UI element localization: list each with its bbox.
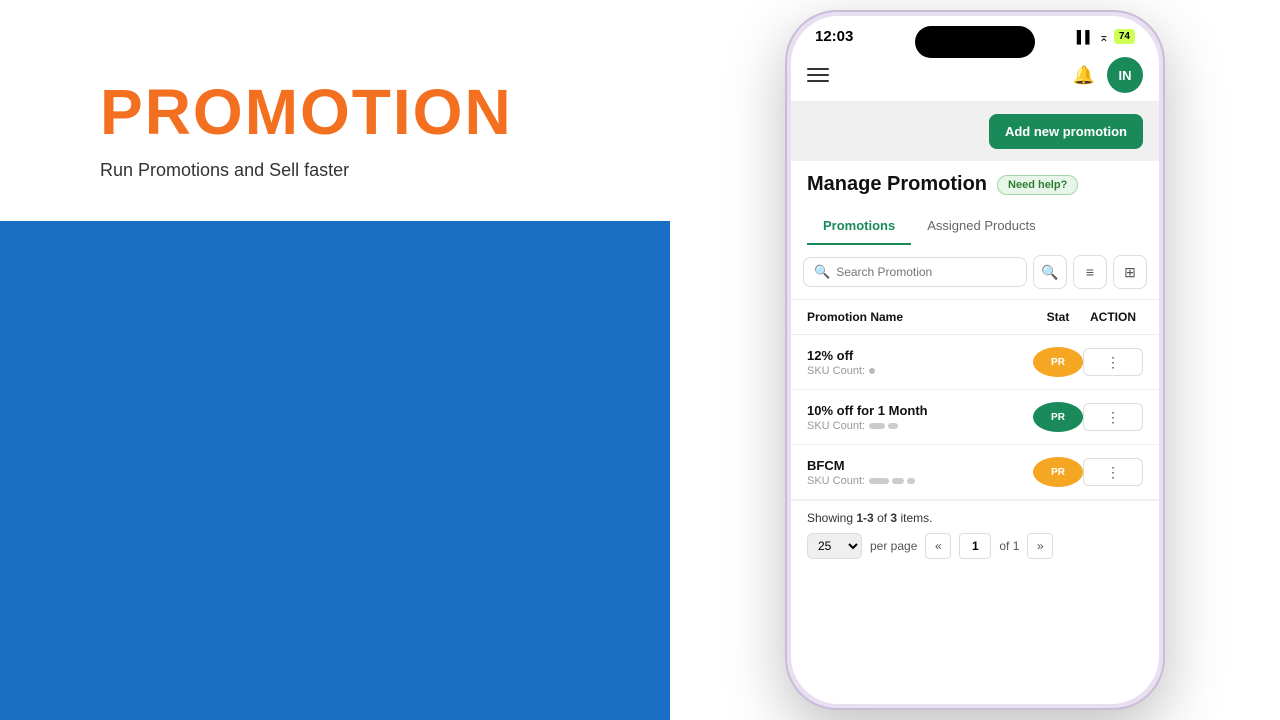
status-time: 12:03: [815, 28, 853, 45]
hamburger-menu-button[interactable]: [807, 68, 829, 82]
tab-assigned-products[interactable]: Assigned Products: [911, 208, 1051, 245]
promotions-table: Promotion Name Stat ACTION 12% off SKU C…: [791, 300, 1159, 500]
table-row: 10% off for 1 Month SKU Count: PR ⋮: [791, 390, 1159, 445]
sku-pill: [869, 423, 885, 429]
column-name-header: Promotion Name: [807, 310, 1033, 324]
search-button[interactable]: 🔍: [1033, 255, 1067, 289]
promotion-name: BFCM: [807, 458, 1033, 473]
table-row: 12% off SKU Count: PR ⋮: [791, 335, 1159, 390]
table-header: Promotion Name Stat ACTION: [791, 300, 1159, 335]
per-page-label: per page: [870, 539, 917, 553]
manage-header: Manage Promotion Need help? Promotions A…: [791, 161, 1159, 245]
sku-pill: [892, 478, 904, 484]
promotion-subtitle: Run Promotions and Sell faster: [100, 160, 610, 181]
page-of-text: of 1: [999, 539, 1019, 553]
sku-pills: [869, 423, 898, 429]
notification-bell-icon[interactable]: 🔔: [1073, 65, 1095, 86]
column-status-header: Stat: [1033, 310, 1083, 324]
row-more-button[interactable]: ⋮: [1083, 403, 1143, 431]
columns-button[interactable]: ⊞: [1113, 255, 1147, 289]
table-row: BFCM SKU Count: PR ⋮: [791, 445, 1159, 500]
status-icons: ▌▌ ⌅ 74: [1077, 29, 1135, 44]
left-panel: PROMOTION Run Promotions and Sell faster: [0, 0, 670, 720]
dynamic-island: [915, 26, 1035, 58]
phone-shell: 12:03 ▌▌ ⌅ 74 🔔 IN: [785, 10, 1165, 710]
add-new-promotion-button[interactable]: Add new promotion: [989, 114, 1143, 149]
status-badge: PR: [1033, 402, 1083, 432]
current-page-box: 1: [959, 533, 991, 559]
battery-badge: 74: [1114, 29, 1135, 44]
manage-promotion-title: Manage Promotion: [807, 173, 987, 196]
sku-count: SKU Count:: [807, 365, 1033, 377]
row-name-group: BFCM SKU Count:: [807, 458, 1033, 487]
wifi-icon: ⌅: [1099, 30, 1109, 44]
promotion-name: 12% off: [807, 348, 1033, 363]
tabs-container: Promotions Assigned Products: [807, 208, 1143, 245]
per-page-select[interactable]: 25 50 100: [807, 533, 862, 559]
main-content: Add new promotion Manage Promotion Need …: [791, 102, 1159, 569]
search-input-wrapper: 🔍: [803, 257, 1027, 287]
sku-pill: [888, 423, 898, 429]
row-more-button[interactable]: ⋮: [1083, 348, 1143, 376]
page-header: Add new promotion: [791, 102, 1159, 161]
promotion-name: 10% off for 1 Month: [807, 403, 1033, 418]
nav-right: 🔔 IN: [1073, 57, 1143, 93]
signal-icon: ▌▌: [1077, 30, 1094, 44]
showing-text: Showing 1-3 of 3 items.: [807, 511, 1143, 525]
promotion-title: PROMOTION: [100, 80, 610, 144]
avatar[interactable]: IN: [1107, 57, 1143, 93]
phone-screen: 12:03 ▌▌ ⌅ 74 🔔 IN: [791, 16, 1159, 704]
left-top-section: PROMOTION Run Promotions and Sell faster: [0, 0, 670, 221]
row-name-group: 10% off for 1 Month SKU Count:: [807, 403, 1033, 432]
sku-dot: [869, 368, 875, 374]
left-blue-section: [0, 221, 670, 720]
sku-count: SKU Count:: [807, 475, 1033, 487]
filter-button[interactable]: ≡: [1073, 255, 1107, 289]
pagination-section: Showing 1-3 of 3 items. 25 50 100 per pa…: [791, 500, 1159, 569]
pagination-controls: 25 50 100 per page « 1 of 1 »: [807, 533, 1143, 559]
search-icon: 🔍: [814, 264, 830, 280]
search-bar-row: 🔍 🔍 ≡ ⊞: [791, 245, 1159, 300]
sku-pill: [869, 478, 889, 484]
status-badge: PR: [1033, 347, 1083, 377]
status-badge: PR: [1033, 457, 1083, 487]
row-more-button[interactable]: ⋮: [1083, 458, 1143, 486]
tab-promotions[interactable]: Promotions: [807, 208, 911, 245]
sku-count: SKU Count:: [807, 420, 1033, 432]
row-name-group: 12% off SKU Count:: [807, 348, 1033, 377]
last-page-button[interactable]: »: [1027, 533, 1053, 559]
manage-title-row: Manage Promotion Need help?: [807, 173, 1143, 196]
sku-pills: [869, 478, 915, 484]
first-page-button[interactable]: «: [925, 533, 951, 559]
search-input[interactable]: [836, 265, 1016, 279]
status-bar: 12:03 ▌▌ ⌅ 74: [791, 16, 1159, 49]
right-panel: 12:03 ▌▌ ⌅ 74 🔔 IN: [670, 0, 1280, 720]
column-action-header: ACTION: [1083, 310, 1143, 324]
need-help-badge[interactable]: Need help?: [997, 175, 1078, 195]
sku-pill: [907, 478, 915, 484]
